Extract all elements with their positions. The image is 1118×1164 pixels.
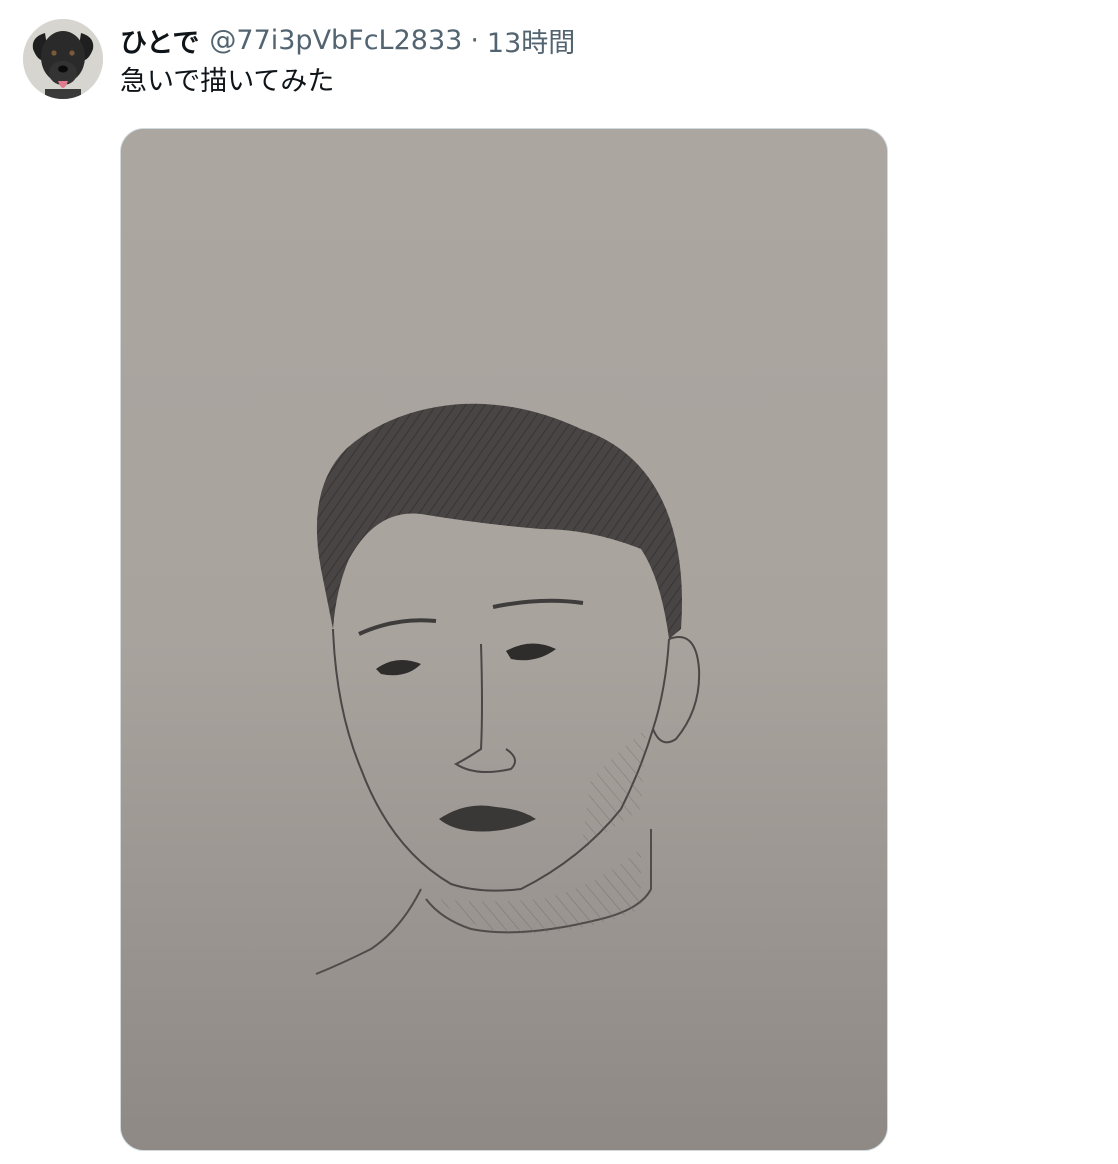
timestamp[interactable]: 13時間 [487, 21, 575, 60]
tweet-header: ひとで @77i3pVbFcL2833 · 13時間 [120, 21, 575, 60]
pencil-portrait-sketch-image [121, 129, 887, 1150]
separator-dot: · [470, 24, 479, 56]
display-name[interactable]: ひとで [120, 21, 199, 60]
tweet-text: 急いで描いてみた [120, 66, 335, 97]
media-image[interactable] [120, 128, 888, 1151]
dog-avatar-icon [23, 19, 103, 99]
tweet: ひとで @77i3pVbFcL2833 · 13時間 急いで描いてみた [0, 0, 1118, 1164]
user-handle[interactable]: @77i3pVbFcL2833 [209, 25, 462, 56]
avatar[interactable] [23, 19, 103, 99]
